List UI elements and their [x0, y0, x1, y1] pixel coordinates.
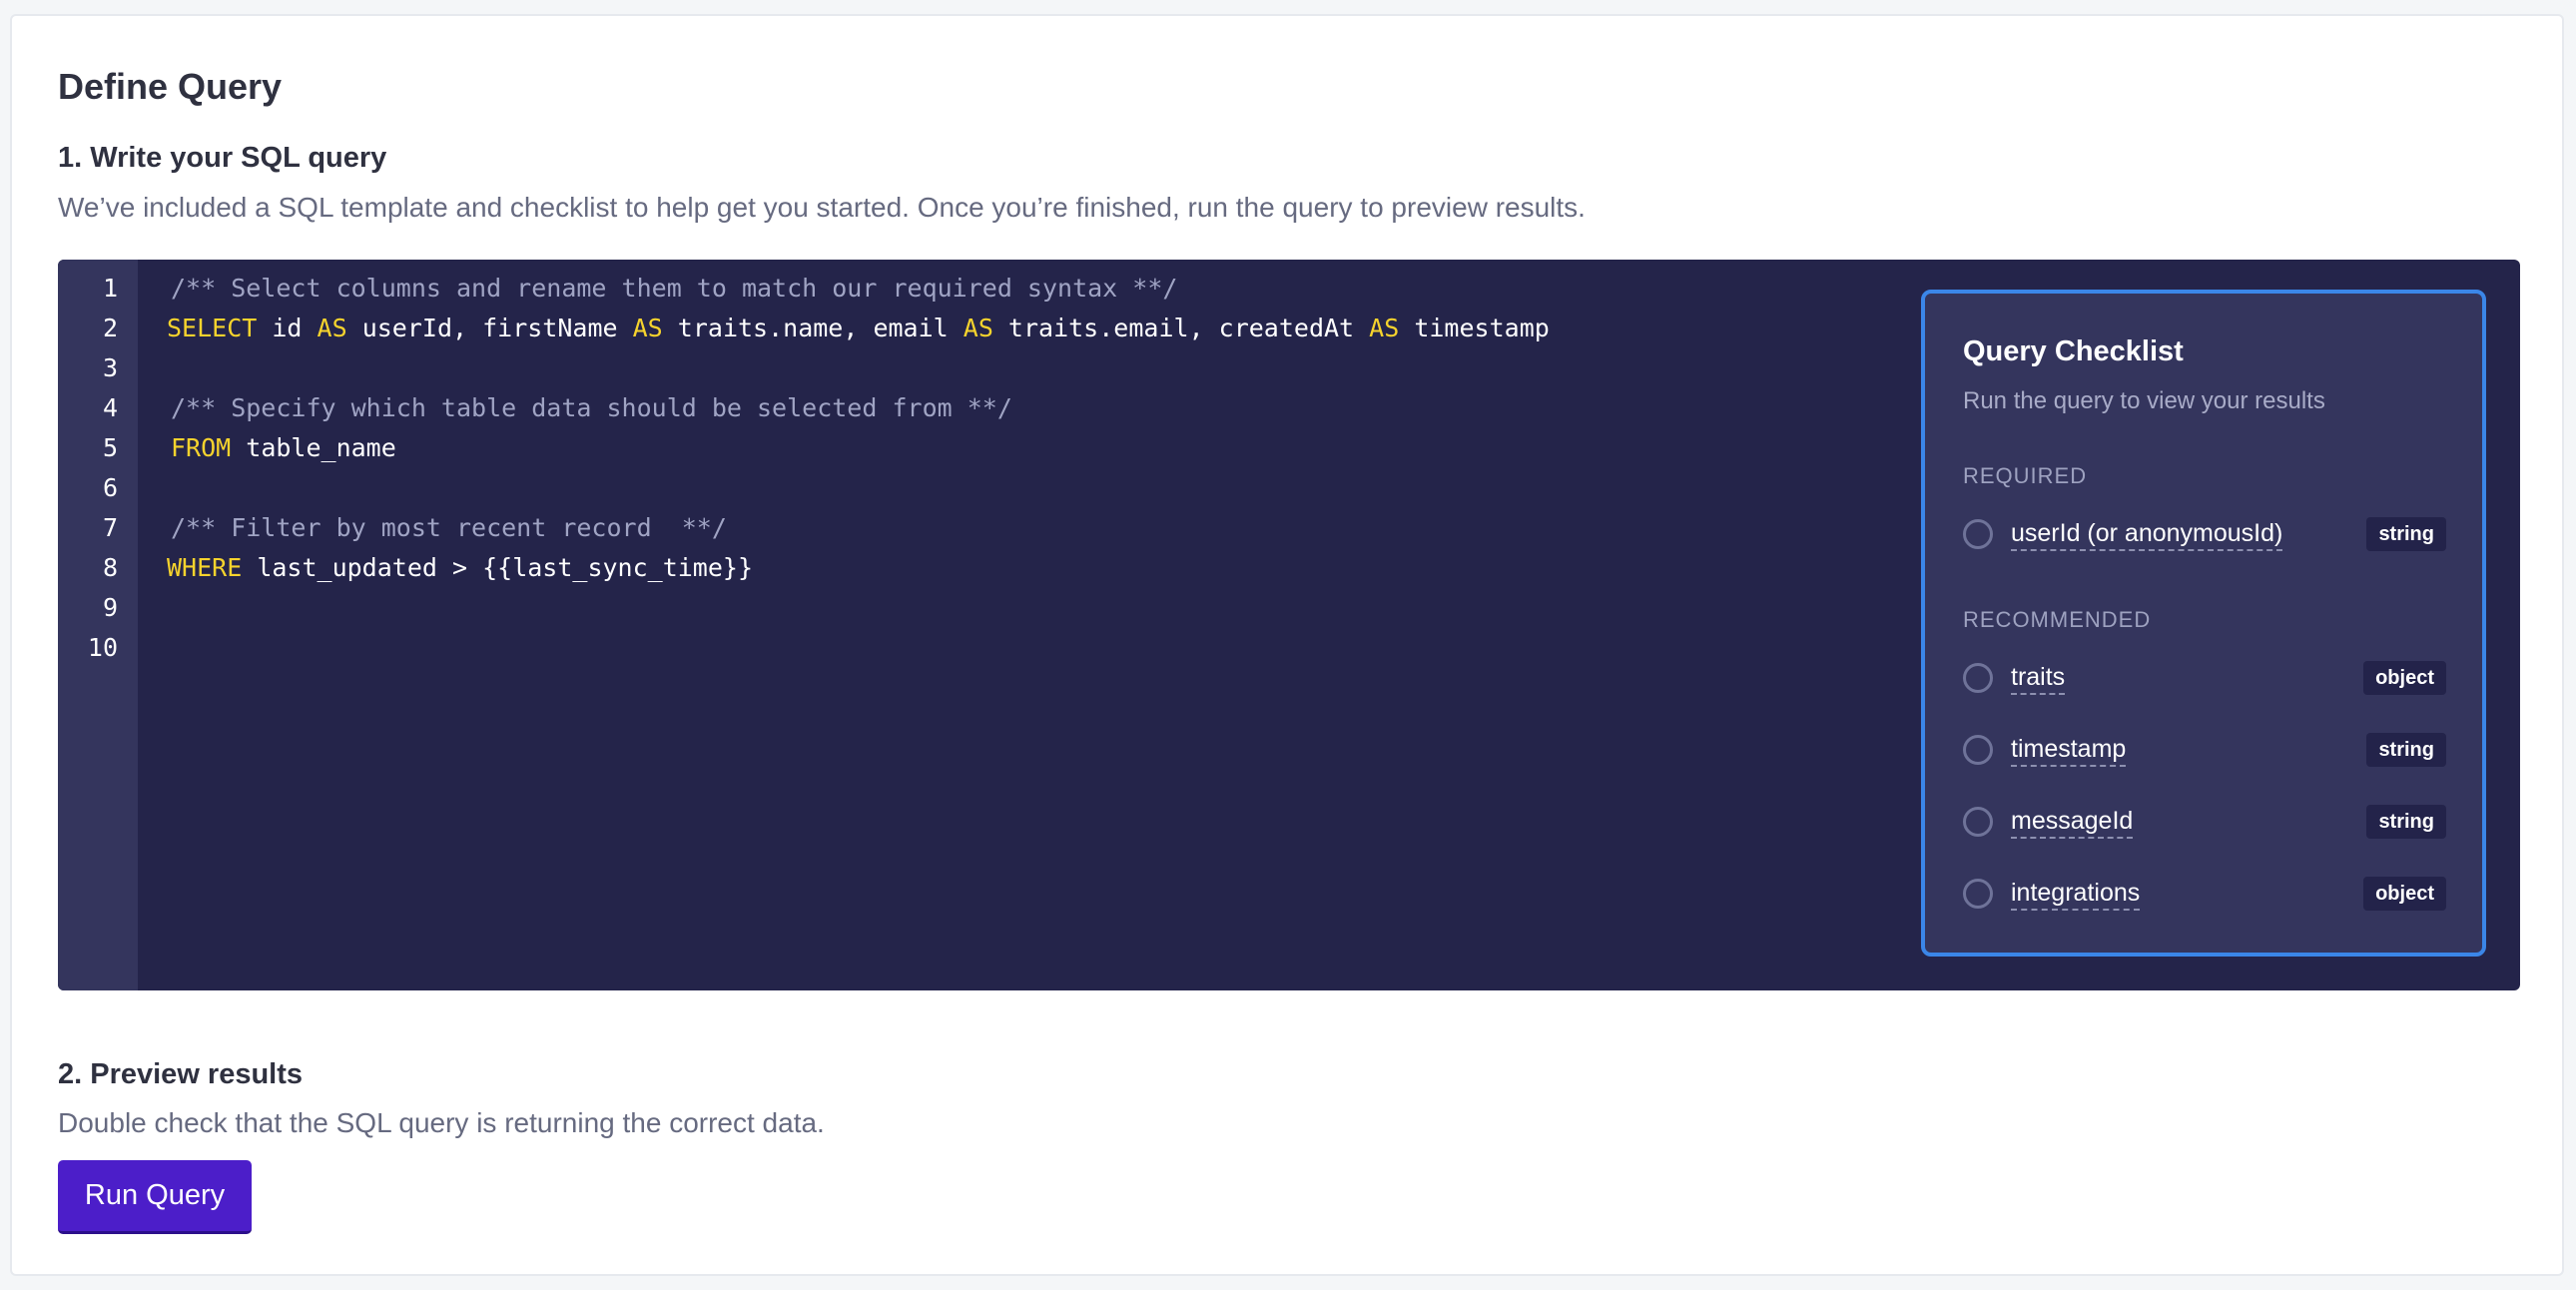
code-text: traits.name, email	[662, 314, 964, 342]
sql-keyword-where: WHERE	[167, 553, 243, 582]
type-badge: object	[2363, 661, 2446, 695]
checklist-subtitle: Run the query to view your results	[1963, 387, 2325, 414]
sql-editor[interactable]: 1 2 3 4 5 6 7 8 9 10 /** Select columns …	[58, 260, 2520, 990]
step2-description: Double check that the SQL query is retur…	[58, 1107, 825, 1138]
radio-unchecked-icon[interactable]	[1963, 879, 1993, 909]
step1-title: 1. Write your SQL query	[58, 142, 387, 174]
sql-keyword-as: AS	[317, 314, 347, 342]
step2-title: 2. Preview results	[58, 1058, 304, 1090]
sql-keyword-as: AS	[1369, 314, 1400, 342]
code-comment-line-4[interactable]: /** Specify which table data should be s…	[171, 393, 1012, 422]
radio-unchecked-icon[interactable]	[1963, 519, 1993, 549]
checklist-item-userid[interactable]: userId (or anonymousId) string	[1963, 515, 2446, 555]
step1-description: We’ve included a SQL template and checkl…	[58, 192, 1586, 223]
line-number: 2	[102, 314, 118, 342]
line-number: 1	[102, 274, 118, 303]
checklist-item-traits[interactable]: traits object	[1963, 659, 2446, 699]
line-number: 9	[102, 593, 118, 622]
recommended-heading: RECOMMENDED	[1963, 607, 2152, 632]
type-badge: string	[2366, 733, 2446, 767]
checklist-item-messageid[interactable]: messageId string	[1963, 803, 2446, 843]
checklist-item-label[interactable]: messageId	[2011, 807, 2134, 839]
code-text: userId, firstName	[346, 314, 633, 342]
query-checklist-panel: Query Checklist Run the query to view yo…	[1921, 290, 2486, 957]
checklist-item-timestamp[interactable]: timestamp string	[1963, 731, 2446, 771]
code-comment-line-7[interactable]: /** Filter by most recent record **/	[171, 513, 727, 542]
page-title: Define Query	[58, 66, 283, 107]
required-heading: REQUIRED	[1963, 463, 2088, 488]
code-text: last_updated > {{last_sync_time}}	[242, 553, 754, 582]
code-line-8[interactable]: WHERE last_updated > {{last_sync_time}}	[167, 553, 753, 582]
line-number: 4	[102, 393, 118, 422]
line-number: 10	[87, 633, 118, 662]
code-line-2[interactable]: SELECT id AS userId, firstName AS traits…	[167, 314, 1550, 342]
line-number: 5	[102, 433, 118, 462]
radio-unchecked-icon[interactable]	[1963, 663, 1993, 693]
line-number: 3	[102, 353, 118, 382]
code-line-5[interactable]: FROM table_name	[171, 433, 396, 462]
checklist-title: Query Checklist	[1963, 335, 2184, 367]
code-text: table_name	[231, 433, 396, 462]
code-text: traits.email, createdAt	[992, 314, 1370, 342]
line-number: 8	[102, 553, 118, 582]
sql-keyword-as: AS	[632, 314, 663, 342]
code-comment-line-1[interactable]: /** Select columns and rename them to ma…	[171, 274, 1177, 303]
sql-keyword-from: FROM	[171, 433, 232, 462]
radio-unchecked-icon[interactable]	[1963, 735, 1993, 765]
code-text: id	[257, 314, 318, 342]
sql-keyword-as: AS	[963, 314, 993, 342]
checklist-item-label[interactable]: traits	[2011, 663, 2066, 695]
line-number-gutter: 1 2 3 4 5 6 7 8 9 10	[58, 260, 138, 990]
checklist-item-label[interactable]: integrations	[2011, 879, 2141, 911]
type-badge: string	[2366, 517, 2446, 551]
define-query-card: Define Query 1. Write your SQL query We’…	[10, 14, 2564, 1276]
checklist-item-label[interactable]: userId (or anonymousId)	[2011, 519, 2283, 551]
sql-keyword-select: SELECT	[167, 314, 258, 342]
type-badge: object	[2363, 877, 2446, 911]
type-badge: string	[2366, 805, 2446, 839]
radio-unchecked-icon[interactable]	[1963, 807, 1993, 837]
checklist-item-label[interactable]: timestamp	[2011, 735, 2127, 767]
line-number: 7	[102, 513, 118, 542]
run-query-button[interactable]: Run Query	[58, 1160, 252, 1234]
checklist-item-integrations[interactable]: integrations object	[1963, 875, 2446, 915]
code-text: timestamp	[1399, 314, 1550, 342]
line-number: 6	[102, 473, 118, 502]
